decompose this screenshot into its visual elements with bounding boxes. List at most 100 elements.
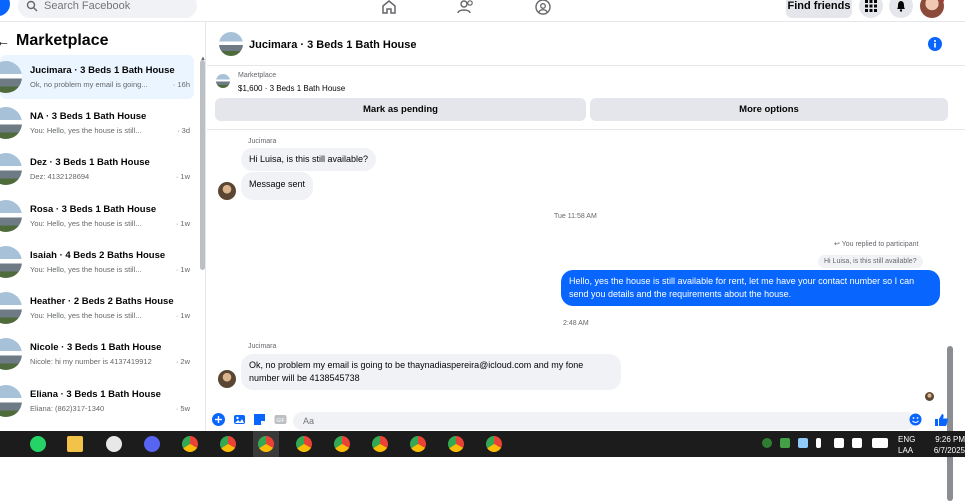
- conversation-time: · 1w: [175, 265, 190, 274]
- conversation-time: · 3d: [177, 126, 190, 135]
- message-composer: GIF: [207, 410, 965, 431]
- chrome-icon[interactable]: [410, 436, 426, 452]
- emoji-icon[interactable]: [909, 413, 922, 426]
- conversation-preview: Nicole: hi my number is 4137419912: [30, 357, 152, 366]
- mark-as-pending-button[interactable]: Mark as pending: [215, 98, 586, 121]
- whatsapp-icon[interactable]: [30, 436, 46, 452]
- language-indicator[interactable]: ENG LAA: [898, 434, 915, 456]
- message-bubble-outgoing[interactable]: Hello, yes the house is still available …: [561, 270, 940, 306]
- more-options-button[interactable]: More options: [590, 98, 948, 121]
- listing-thumbnail: [0, 61, 22, 93]
- message-bubble-incoming[interactable]: Message sent: [241, 172, 314, 200]
- message-input[interactable]: [293, 412, 915, 430]
- listing-thumbnail: [0, 338, 22, 370]
- sender-name: Jucimara: [248, 343, 277, 350]
- conversation-title: Jucimara · 3 Beds 1 Bath House: [30, 65, 175, 76]
- conversation-item[interactable]: NA · 3 Beds 1 Bath House You: Hello, yes…: [0, 101, 194, 145]
- keyboard-layout: LAA: [898, 446, 914, 455]
- message-bubble-incoming[interactable]: Ok, no problem my email is going to be t…: [241, 354, 621, 390]
- chrome-icon[interactable]: [486, 436, 502, 452]
- system-clock[interactable]: 9:26 PM 6/7/2025: [925, 434, 965, 456]
- clock-date: 6/7/2025: [933, 446, 965, 455]
- conversation-item[interactable]: Jucimara · 3 Beds 1 Bath House Ok, no pr…: [0, 55, 194, 99]
- conversation-preview: You: Hello, yes the house is still...: [30, 219, 142, 228]
- tray-app-icon[interactable]: [798, 438, 808, 448]
- replied-indicator: ↩ You replied to participant: [834, 240, 918, 248]
- conversation-title: Isaiah · 4 Beds 2 Baths House: [30, 250, 166, 261]
- conversation-item[interactable]: Nicole · 3 Beds 1 Bath House Nicole: hi …: [0, 332, 194, 376]
- discord-icon[interactable]: [144, 436, 160, 452]
- conversation-title: Dez · 3 Beds 1 Bath House: [30, 157, 150, 168]
- volume-icon[interactable]: [852, 438, 862, 448]
- listing-thumbnail: [0, 200, 22, 232]
- windows-taskbar: ENG LAA 9:26 PM 6/7/2025: [0, 431, 965, 457]
- keyboard-icon[interactable]: [872, 438, 888, 448]
- reply-arrow-icon: ↩: [834, 241, 842, 248]
- listing-thumbnail: [0, 292, 22, 324]
- search-box[interactable]: [18, 0, 197, 18]
- search-input[interactable]: [44, 0, 184, 12]
- network-icon[interactable]: [834, 438, 844, 448]
- back-arrow-icon[interactable]: ←: [0, 33, 10, 49]
- message-bubble-incoming[interactable]: Hi Luisa, is this still available?: [241, 148, 377, 171]
- chrome-icon[interactable]: [182, 436, 198, 452]
- conversation-item[interactable]: Eliana · 3 Beds 1 Bath House Eliana: (86…: [0, 379, 194, 423]
- find-friends-button[interactable]: Find friends: [786, 0, 852, 18]
- chrome-icon[interactable]: [220, 436, 236, 452]
- chrome-icon[interactable]: [372, 436, 388, 452]
- thumbs-up-icon[interactable]: [934, 413, 948, 427]
- groups-icon[interactable]: [534, 0, 552, 16]
- conversation-item[interactable]: Rosa · 3 Beds 1 Bath House You: Hello, y…: [0, 194, 194, 238]
- listing-thumbnail: [216, 74, 230, 88]
- listing-price[interactable]: $1,600 · 3 Beds 1 Bath House: [238, 84, 345, 93]
- plus-circle-icon[interactable]: [212, 413, 225, 426]
- chat-avatar[interactable]: [219, 32, 243, 56]
- chrome-icon[interactable]: [448, 436, 464, 452]
- sidebar-title-text: Marketplace: [16, 32, 109, 49]
- search-icon: [26, 0, 38, 12]
- chrome-icon[interactable]: [258, 436, 274, 452]
- gif-icon[interactable]: GIF: [274, 413, 287, 426]
- profile-avatar[interactable]: [920, 0, 944, 18]
- photo-icon[interactable]: [233, 413, 246, 426]
- info-icon[interactable]: [928, 37, 942, 51]
- file-explorer-icon[interactable]: [67, 436, 83, 452]
- home-icon[interactable]: [380, 0, 398, 16]
- quoted-reply[interactable]: Hi Luisa, is this still available?: [818, 255, 923, 268]
- conversation-title: Heather · 2 Beds 2 Baths House: [30, 296, 174, 307]
- chrome-icon[interactable]: [334, 436, 350, 452]
- tray-app-icon[interactable]: [780, 438, 790, 448]
- conversation-time: · 1w: [175, 311, 190, 320]
- conversation-preview: Eliana: (862)317-1340: [30, 404, 105, 413]
- facebook-logo-icon[interactable]: [0, 0, 10, 16]
- sender-name: Jucimara: [248, 138, 277, 145]
- conversation-time: · 16h: [172, 80, 190, 89]
- menu-button[interactable]: [859, 0, 883, 18]
- sender-avatar[interactable]: [218, 182, 236, 200]
- sender-avatar[interactable]: [218, 370, 236, 388]
- chat-header: Jucimara · 3 Beds 1 Bath House: [207, 22, 965, 66]
- sticker-icon[interactable]: [253, 413, 266, 426]
- tray-app-icon[interactable]: [762, 438, 772, 448]
- conversation-time: · 2w: [175, 357, 190, 366]
- friends-icon[interactable]: [457, 0, 475, 16]
- conversation-title: Eliana · 3 Beds 1 Bath House: [30, 389, 161, 400]
- sidebar-scrollbar[interactable]: [200, 60, 205, 270]
- conversation-preview: You: Hello, yes the house is still...: [30, 265, 142, 274]
- conversation-preview: Dez: 4132128694: [30, 172, 90, 181]
- conversation-title: Rosa · 3 Beds 1 Bath House: [30, 204, 157, 215]
- conversation-item[interactable]: Dez · 3 Beds 1 Bath House Dez: 413212869…: [0, 147, 194, 191]
- microphone-icon[interactable]: [816, 438, 821, 448]
- clock-time: 9:26 PM: [935, 435, 965, 444]
- conversation-time: · 5w: [175, 404, 190, 413]
- top-navigation-bar: Find friends: [0, 0, 965, 22]
- chat-title[interactable]: Jucimara · 3 Beds 1 Bath House: [249, 39, 417, 51]
- notifications-button[interactable]: [889, 0, 913, 18]
- conversation-item[interactable]: Heather · 2 Beds 2 Baths House You: Hell…: [0, 286, 194, 330]
- listing-thumbnail: [0, 385, 22, 417]
- conversation-title: NA · 3 Beds 1 Bath House: [30, 111, 147, 122]
- chrome-icon[interactable]: [296, 436, 312, 452]
- conversation-item[interactable]: Isaiah · 4 Beds 2 Baths House You: Hello…: [0, 240, 194, 284]
- listing-thumbnail: [0, 153, 22, 185]
- app-icon[interactable]: [106, 436, 122, 452]
